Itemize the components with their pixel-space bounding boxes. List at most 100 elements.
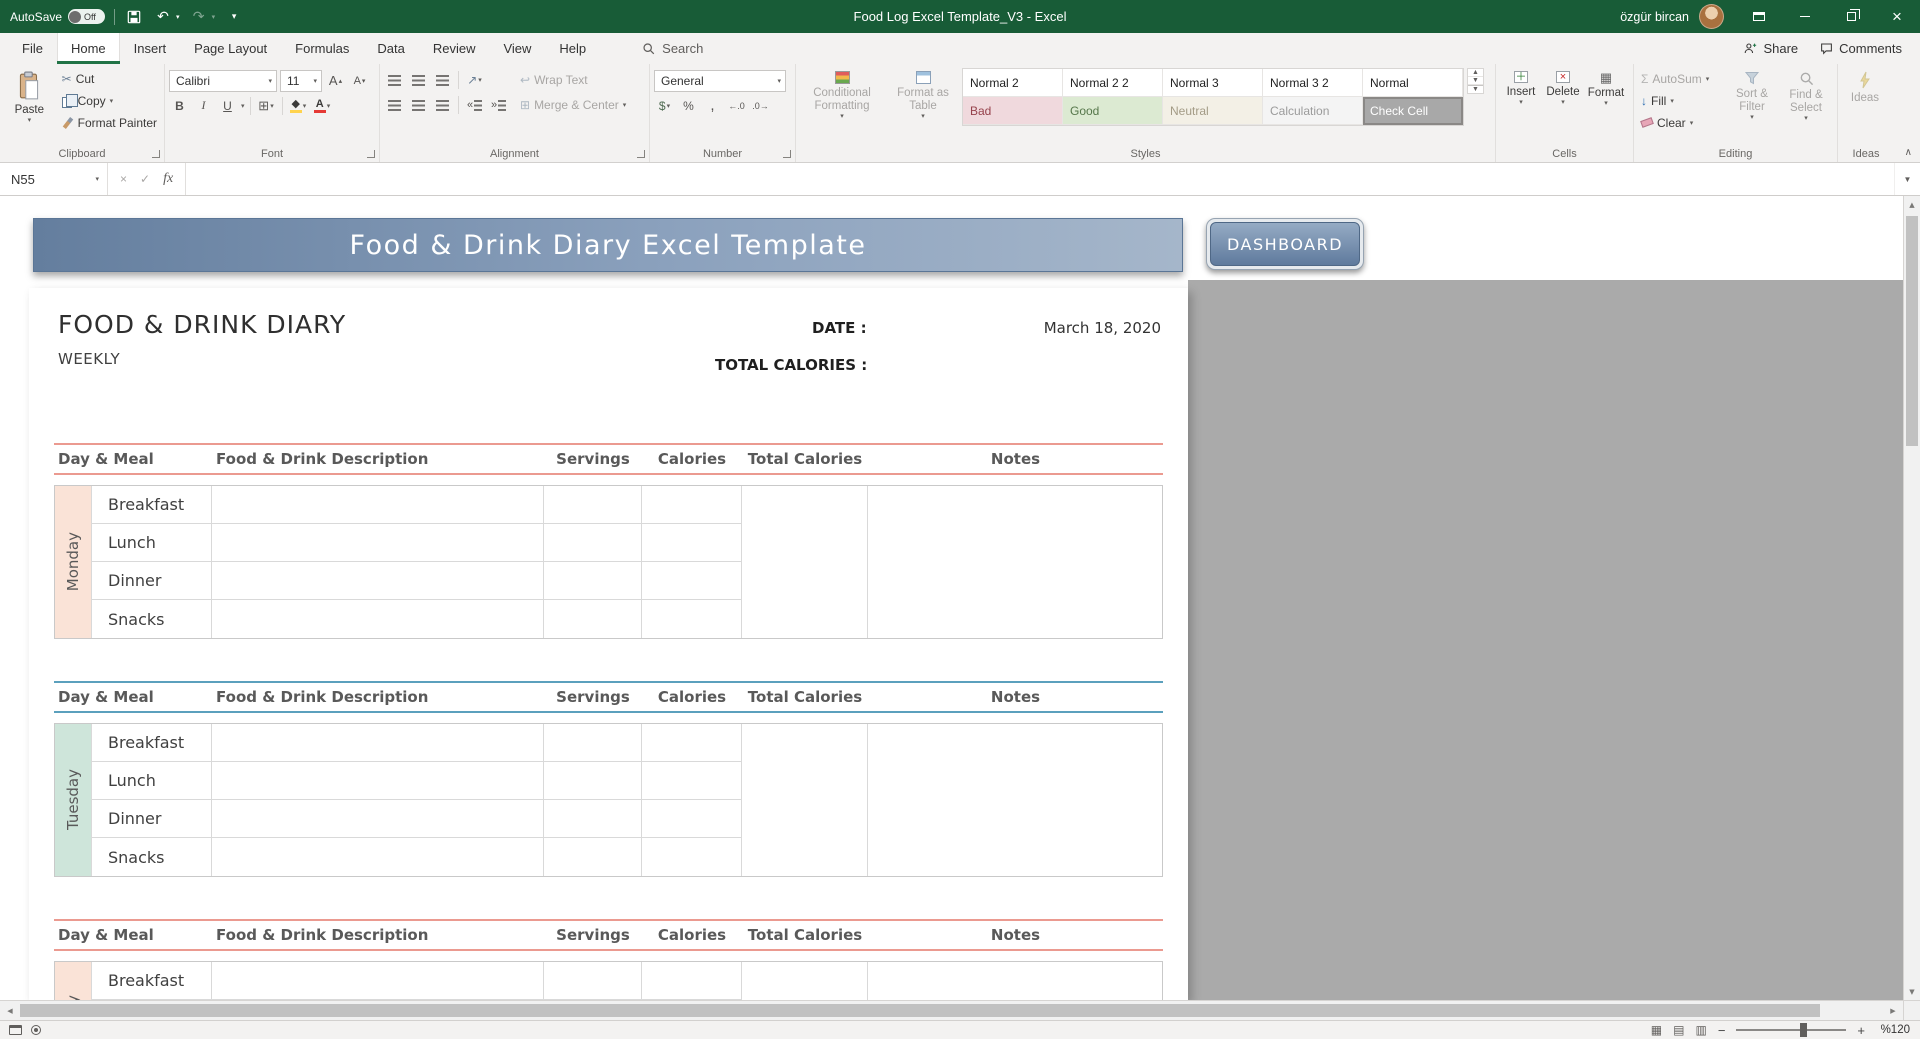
fill-color-button[interactable]: ◆ ▾: [288, 95, 309, 116]
scroll-up-icon[interactable]: ▲: [1904, 196, 1920, 213]
undo-button[interactable]: ↶: [153, 5, 173, 29]
cell-style-check-cell[interactable]: Check Cell: [1363, 97, 1463, 125]
copy-button[interactable]: Copy ▾: [59, 90, 160, 111]
clipboard-dialog-launcher-icon[interactable]: [152, 150, 160, 158]
tab-file[interactable]: File: [8, 33, 57, 64]
cell-servings[interactable]: [543, 838, 641, 876]
cell-calories[interactable]: [641, 724, 741, 762]
cell-description[interactable]: [211, 962, 543, 1000]
number-dialog-launcher-icon[interactable]: [783, 150, 791, 158]
scroll-right-icon[interactable]: ▶: [1883, 1001, 1903, 1020]
cell-total-calories[interactable]: [741, 600, 867, 638]
cell-style-normal-2[interactable]: Normal 2: [963, 69, 1063, 97]
clear-button[interactable]: Clear ▾: [1638, 112, 1724, 133]
cell-style-normal-3[interactable]: Normal 3: [1163, 69, 1263, 97]
cell-total-calories[interactable]: [741, 562, 867, 600]
cell-servings[interactable]: [543, 962, 641, 1000]
cell-style-good[interactable]: Good: [1063, 97, 1163, 125]
cell-description[interactable]: [211, 486, 543, 524]
italic-button[interactable]: I: [193, 95, 214, 116]
font-color-button[interactable]: A ▾: [312, 95, 333, 116]
align-middle-button[interactable]: [408, 70, 429, 91]
cell-notes[interactable]: [867, 962, 1162, 1000]
collapse-ribbon-icon[interactable]: ∧: [1905, 147, 1912, 158]
cell-calories[interactable]: [641, 962, 741, 1000]
date-value[interactable]: March 18, 2020: [959, 319, 1161, 337]
percent-style-button[interactable]: %: [678, 95, 699, 116]
cell-notes[interactable]: [867, 724, 1162, 762]
conditional-formatting-button[interactable]: Conditional Formatting ▾: [800, 68, 884, 121]
cell-servings[interactable]: [543, 524, 641, 562]
avatar[interactable]: [1699, 4, 1724, 29]
alignment-dialog-launcher-icon[interactable]: [637, 150, 645, 158]
tab-insert[interactable]: Insert: [120, 33, 181, 64]
insert-cells-button[interactable]: ＋ Insert ▾: [1500, 68, 1542, 108]
align-center-button[interactable]: [408, 95, 429, 116]
align-top-button[interactable]: [384, 70, 405, 91]
horizontal-scroll-thumb[interactable]: [20, 1004, 1820, 1017]
font-dialog-launcher-icon[interactable]: [367, 150, 375, 158]
cell-notes[interactable]: [867, 486, 1162, 524]
find-select-button[interactable]: Find & Select ▾: [1780, 68, 1832, 133]
cell-total-calories[interactable]: [741, 724, 867, 762]
decrease-decimal-button[interactable]: .0→: [750, 95, 771, 116]
ribbon-display-options-button[interactable]: [1736, 0, 1782, 33]
search-box[interactable]: Search: [642, 33, 703, 64]
font-family-select[interactable]: Calibri ▾: [169, 69, 277, 92]
restore-button[interactable]: [1828, 0, 1874, 33]
tab-page-layout[interactable]: Page Layout: [180, 33, 281, 64]
bold-button[interactable]: B: [169, 95, 190, 116]
comments-button[interactable]: Comments: [1820, 41, 1902, 56]
horizontal-scrollbar[interactable]: ◀ ▶: [0, 1000, 1920, 1020]
cell-total-calories[interactable]: [741, 800, 867, 838]
cell-servings[interactable]: [543, 600, 641, 638]
normal-view-icon[interactable]: ▦: [1651, 1023, 1662, 1037]
cell-description[interactable]: [211, 762, 543, 800]
zoom-out-button[interactable]: −: [1718, 1023, 1726, 1038]
insert-function-icon[interactable]: fx: [163, 171, 173, 187]
delete-cells-button[interactable]: × Delete ▾: [1542, 68, 1584, 108]
cell-servings[interactable]: [543, 762, 641, 800]
minimize-button[interactable]: [1782, 0, 1828, 33]
underline-dropdown-icon[interactable]: ▾: [241, 102, 245, 110]
cell-calories[interactable]: [641, 762, 741, 800]
ideas-button[interactable]: Ideas: [1842, 68, 1888, 105]
cell-servings[interactable]: [543, 724, 641, 762]
cell-description[interactable]: [211, 724, 543, 762]
zoom-in-button[interactable]: +: [1857, 1023, 1865, 1038]
gallery-scroll-up-icon[interactable]: ▲: [1468, 69, 1483, 77]
accessibility-icon[interactable]: [9, 1025, 22, 1035]
autosum-button[interactable]: Σ AutoSum ▾: [1638, 68, 1724, 89]
share-button[interactable]: Share: [1744, 41, 1798, 56]
cell-total-calories[interactable]: [741, 762, 867, 800]
orientation-button[interactable]: ↗ ▾: [464, 70, 485, 91]
increase-decimal-button[interactable]: ←.0: [726, 95, 747, 116]
autosave-toggle[interactable]: AutoSave Off: [10, 9, 106, 24]
tab-home[interactable]: Home: [56, 33, 120, 64]
cell-notes[interactable]: [867, 800, 1162, 838]
cell-total-calories[interactable]: [741, 962, 867, 1000]
number-format-select[interactable]: General ▾: [654, 69, 786, 92]
tab-data[interactable]: Data: [363, 33, 418, 64]
cell-calories[interactable]: [641, 838, 741, 876]
align-left-button[interactable]: [384, 95, 405, 116]
tab-review[interactable]: Review: [419, 33, 490, 64]
account-name[interactable]: özgür bircan: [1620, 10, 1689, 24]
vertical-scrollbar[interactable]: ▲ ▼: [1903, 196, 1920, 1000]
format-as-table-button[interactable]: Format as Table ▾: [886, 68, 960, 121]
tab-view[interactable]: View: [489, 33, 545, 64]
cell-total-calories[interactable]: [741, 838, 867, 876]
accounting-format-button[interactable]: $ ▾: [654, 95, 675, 116]
name-box[interactable]: N55 ▾: [0, 163, 108, 195]
format-cells-button[interactable]: ▦ Format ▾: [1584, 68, 1628, 108]
cell-style-calculation[interactable]: Calculation: [1263, 97, 1363, 125]
merge-center-button[interactable]: ⊞ Merge & Center ▾: [517, 93, 629, 117]
tab-help[interactable]: Help: [545, 33, 600, 64]
cell-notes[interactable]: [867, 524, 1162, 562]
cell-style-normal-3-2[interactable]: Normal 3 2: [1263, 69, 1363, 97]
gallery-scroll-down-icon[interactable]: ▼: [1468, 77, 1483, 85]
cell-description[interactable]: [211, 800, 543, 838]
customize-toolbar-button[interactable]: ▾: [224, 5, 244, 29]
cell-description[interactable]: [211, 562, 543, 600]
cell-description[interactable]: [211, 838, 543, 876]
